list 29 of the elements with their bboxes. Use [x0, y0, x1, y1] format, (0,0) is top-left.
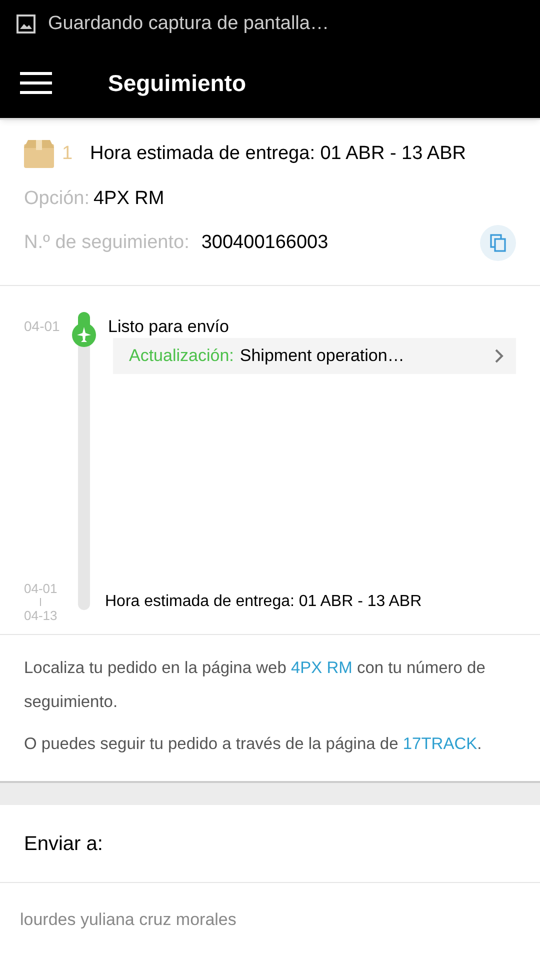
package-icon [24, 140, 54, 168]
package-count: 1 [62, 142, 74, 166]
info-text: Localiza tu pedido en la página web 4PX RM con tu número de seguimiento. [24, 658, 486, 713]
estimate-title: Hora estimada de entrega: 01 ABR - 13 ABR [105, 592, 422, 612]
picture-icon [16, 14, 36, 34]
info-text: O puedes seguir tu pedido a través de la página de 17TRACK. [24, 734, 483, 755]
tracking-number: 300400166003 [201, 230, 328, 255]
link[interactable]: 17TRACK [402, 735, 478, 753]
copy-icon [490, 234, 506, 252]
notification-text: Guardando captura de pantalla… [48, 12, 329, 36]
event-title: Listo para envío [108, 316, 229, 338]
recipient-name: lourdes yuliana cruz morales [20, 910, 236, 929]
menu-icon [20, 72, 52, 94]
plane-icon [72, 323, 96, 347]
section-title: Enviar a: [24, 832, 103, 856]
link[interactable]: 4PX RM [290, 659, 352, 677]
update-label: Actualización: [129, 345, 234, 368]
delivery-estimate: Hora estimada de entrega: 01 ABR - 13 ABR [90, 142, 466, 166]
update-row[interactable]: Actualización: Shipment operation… [113, 338, 516, 374]
event-date: 04-01 [24, 317, 60, 336]
update-text: Shipment operation… [240, 345, 404, 368]
copy-button[interactable] [480, 225, 516, 261]
date-to: 04-13 [24, 609, 58, 622]
tracking-label: N.º de seguimiento: [24, 230, 190, 255]
option-label: Opción: [24, 186, 90, 210]
date-from: 04-01 [24, 582, 58, 595]
screen-title: Seguimiento [108, 68, 246, 98]
option-value: 4PX RM [93, 186, 164, 210]
chevron-right-icon [494, 349, 504, 363]
